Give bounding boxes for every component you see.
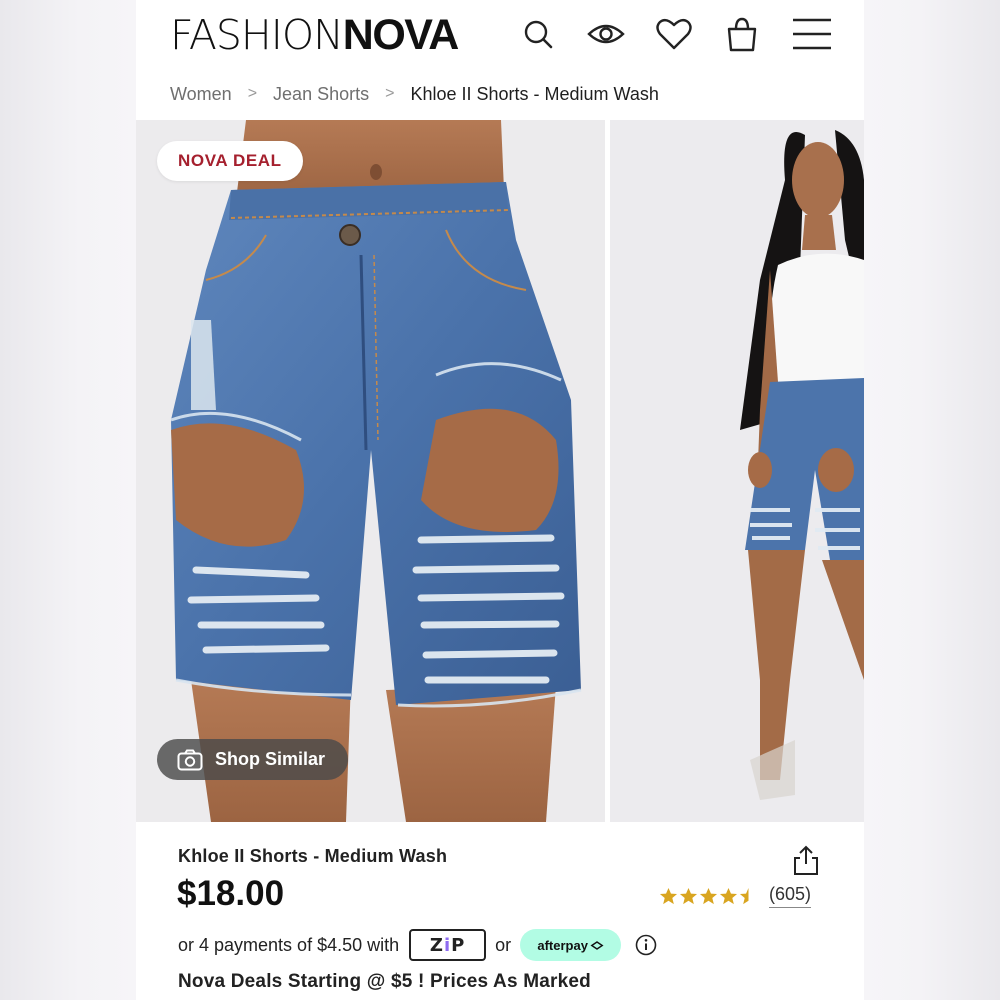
breadcrumb-women[interactable]: Women (170, 84, 232, 105)
zip-logo-z: Z (429, 934, 444, 956)
promo-text: Nova Deals Starting @ $5 ! Prices As Mar… (178, 971, 591, 992)
installment-text: or 4 payments of $4.50 with (178, 934, 400, 955)
product-price: $18.00 (177, 874, 285, 913)
product-name: Khloe II Shorts - Medium Wash (178, 846, 448, 866)
logo-light-text: FASHION (170, 11, 344, 59)
eye-icon[interactable] (586, 14, 626, 54)
zip-pay-button[interactable]: ZiP (409, 929, 487, 961)
star-icon (719, 887, 738, 904)
star-rating (659, 887, 759, 906)
product-page: FASHIONNOVA Women > Jean Shorts > Khloe … (136, 0, 864, 1000)
star-icon (659, 887, 678, 904)
half-star-icon (739, 887, 749, 904)
zip-logo-i: i (443, 934, 452, 956)
product-info: Khloe II Shorts - Medium Wash $18.00 (60… (136, 822, 864, 1000)
top-nav: FASHIONNOVA (136, 0, 864, 70)
afterpay-button[interactable]: afterpay (520, 929, 622, 961)
hamburger-menu-icon[interactable] (791, 14, 833, 54)
logo-bold-text: NOVA (342, 11, 460, 59)
star-icon (699, 887, 718, 904)
star-icon (679, 887, 698, 904)
heart-icon[interactable] (655, 14, 693, 54)
shop-similar-button[interactable]: Shop Similar (157, 739, 348, 780)
rating[interactable]: (605) (659, 884, 812, 908)
fashion-nova-logo[interactable]: FASHIONNOVA (170, 11, 460, 59)
breadcrumb-current: Khloe II Shorts - Medium Wash (410, 83, 659, 104)
camera-icon (177, 749, 203, 770)
afterpay-arrows-icon (590, 940, 604, 950)
review-count[interactable]: (605) (769, 884, 812, 908)
share-icon[interactable] (792, 844, 820, 876)
product-image-main[interactable]: NOVA DEAL Shop Similar (136, 120, 605, 822)
breadcrumb-separator: > (385, 85, 395, 102)
product-image-secondary[interactable] (610, 120, 864, 822)
installment-payment-line: or 4 payments of $4.50 with ZiP or after… (178, 928, 657, 962)
info-icon[interactable] (635, 934, 657, 956)
product-gallery: NOVA DEAL Shop Similar (136, 120, 864, 822)
zip-logo-p: P (451, 934, 466, 956)
breadcrumb-jean-shorts[interactable]: Jean Shorts (273, 84, 369, 105)
afterpay-label: afterpay (537, 937, 588, 953)
shopping-bag-icon[interactable] (725, 14, 759, 54)
nova-deal-badge: NOVA DEAL (157, 141, 303, 181)
breadcrumb: Women > Jean Shorts > Khloe II Shorts - … (170, 80, 659, 108)
search-icon[interactable] (520, 14, 556, 54)
shop-similar-label: Shop Similar (215, 749, 326, 769)
breadcrumb-separator: > (247, 85, 258, 102)
or-label: or (495, 934, 512, 955)
